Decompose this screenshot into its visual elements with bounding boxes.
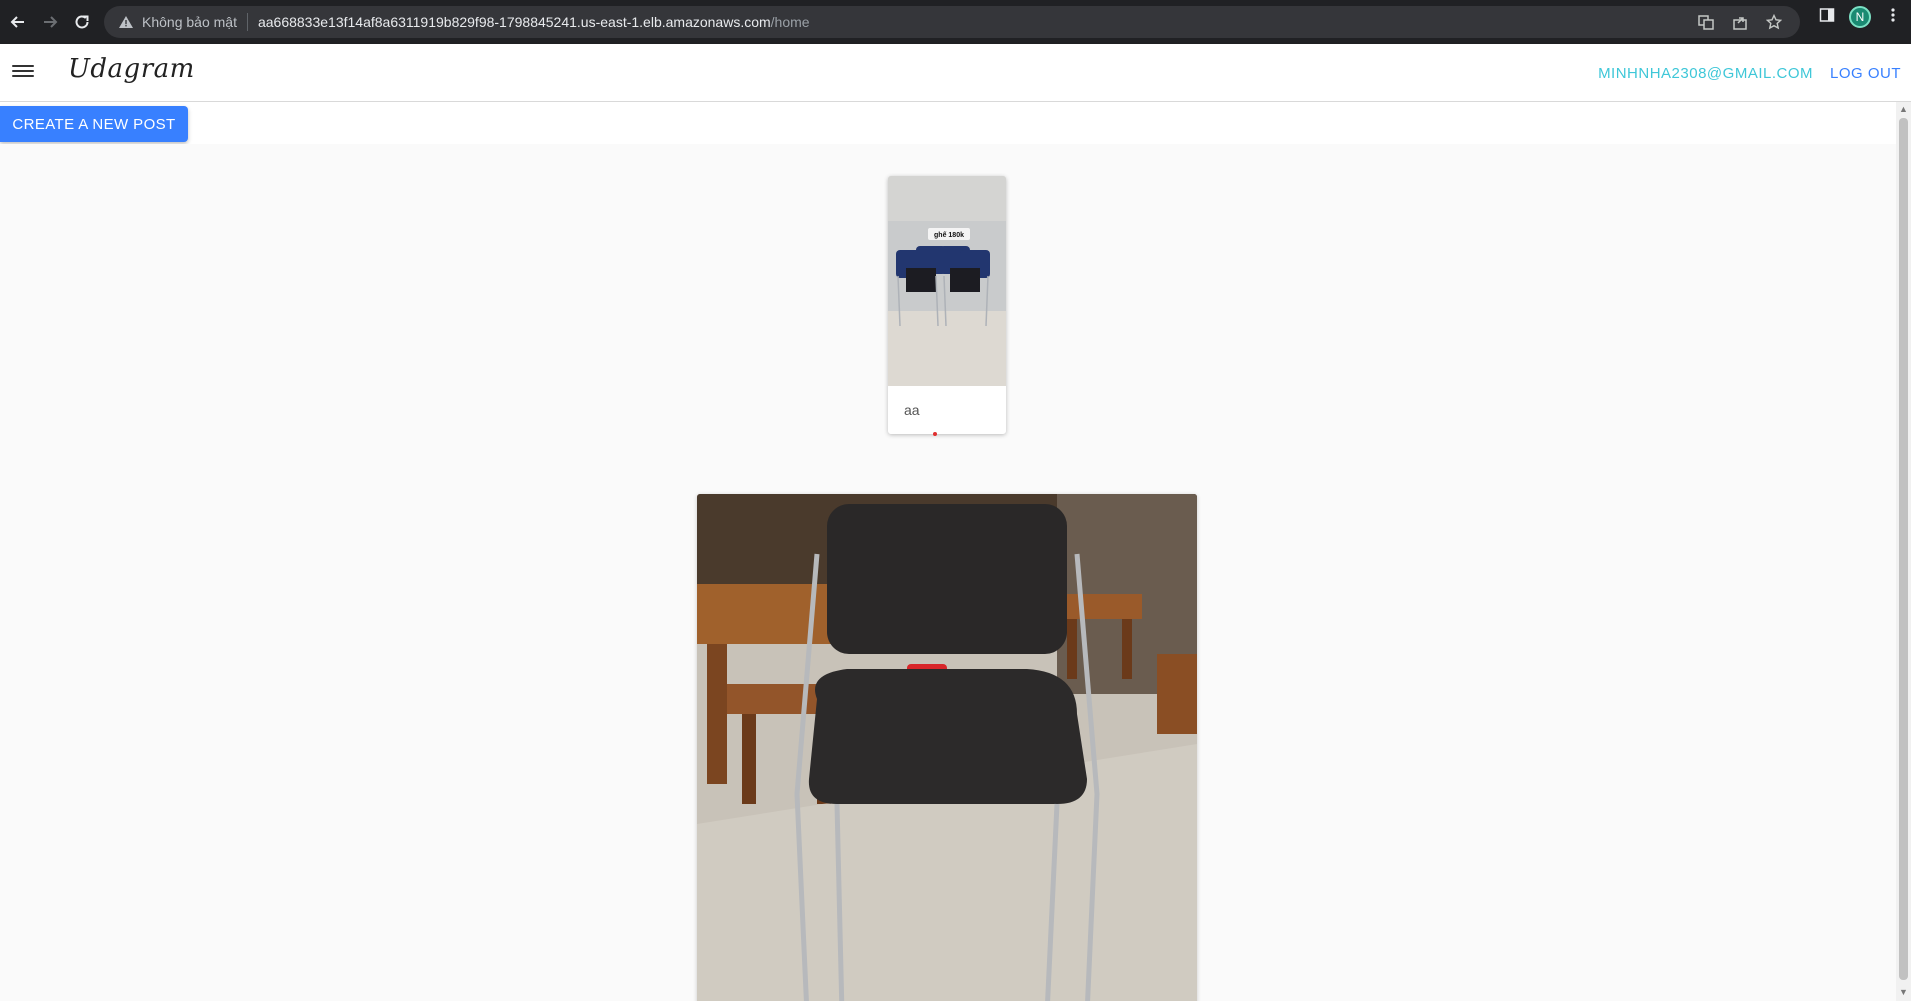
warning-icon: [118, 14, 134, 30]
scroll-up-icon[interactable]: ▲: [1896, 102, 1911, 116]
browser-actions: N: [1817, 6, 1903, 28]
share-icon[interactable]: [1730, 12, 1750, 32]
feed: ghế 180k aa: [0, 144, 1896, 1001]
indicator-dot: [933, 432, 937, 436]
forward-arrow-icon[interactable]: [34, 6, 66, 38]
reload-icon[interactable]: [66, 6, 98, 38]
hamburger-menu-icon[interactable]: [12, 62, 34, 80]
bookmark-star-icon[interactable]: [1764, 12, 1784, 32]
feed-item[interactable]: ghế 180k aa: [888, 176, 1006, 434]
omnibox-divider: [246, 13, 248, 31]
browser-toolbar: Không bảo mật aa668833e13f14af8a6311919b…: [0, 0, 1911, 44]
omnibox-actions: [1696, 12, 1784, 32]
back-arrow-icon[interactable]: [2, 6, 34, 38]
security-label[interactable]: Không bảo mật: [142, 14, 237, 30]
actions-bar: CREATE A NEW POST: [0, 102, 1896, 144]
profile-avatar[interactable]: N: [1849, 6, 1871, 28]
user-email-link[interactable]: MINHNHA2308@GMAIL.COM: [1598, 65, 1813, 82]
create-post-button[interactable]: CREATE A NEW POST: [0, 106, 188, 142]
sign-text: ghế 180k: [934, 231, 964, 239]
scroll-down-icon[interactable]: ▼: [1896, 985, 1911, 999]
page-scrollbar[interactable]: ▲ ▼: [1896, 102, 1911, 1001]
address-bar[interactable]: Không bảo mật aa668833e13f14af8a6311919b…: [104, 6, 1800, 38]
url-host: aa668833e13f14af8a6311919b829f98-1798845…: [257, 14, 771, 30]
feed-item-caption: aa: [904, 402, 920, 418]
logout-button[interactable]: LOG OUT: [1830, 65, 1901, 82]
translate-icon[interactable]: [1696, 12, 1716, 32]
scroll-thumb[interactable]: [1899, 118, 1908, 980]
feed-item-image: [697, 494, 1197, 1001]
app-brand: Udagram: [68, 54, 195, 84]
app-header: Udagram MINHNHA2308@GMAIL.COM LOG OUT: [0, 44, 1911, 102]
more-menu-icon[interactable]: [1883, 7, 1903, 28]
side-panel-icon[interactable]: [1817, 7, 1837, 28]
feed-item[interactable]: [697, 494, 1197, 1001]
feed-item-image: ghế 180k: [888, 176, 1006, 386]
url-path: /home: [770, 14, 810, 30]
